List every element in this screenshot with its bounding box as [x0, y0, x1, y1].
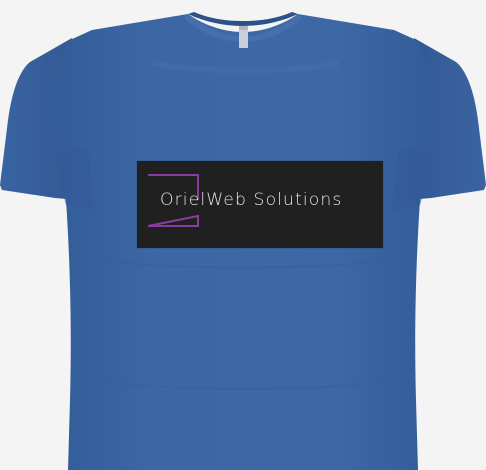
product-image: OrielWeb Solutions	[0, 0, 486, 470]
logo-panel: OrielWeb Solutions	[137, 161, 383, 248]
logo-text: OrielWeb Solutions	[160, 190, 343, 210]
